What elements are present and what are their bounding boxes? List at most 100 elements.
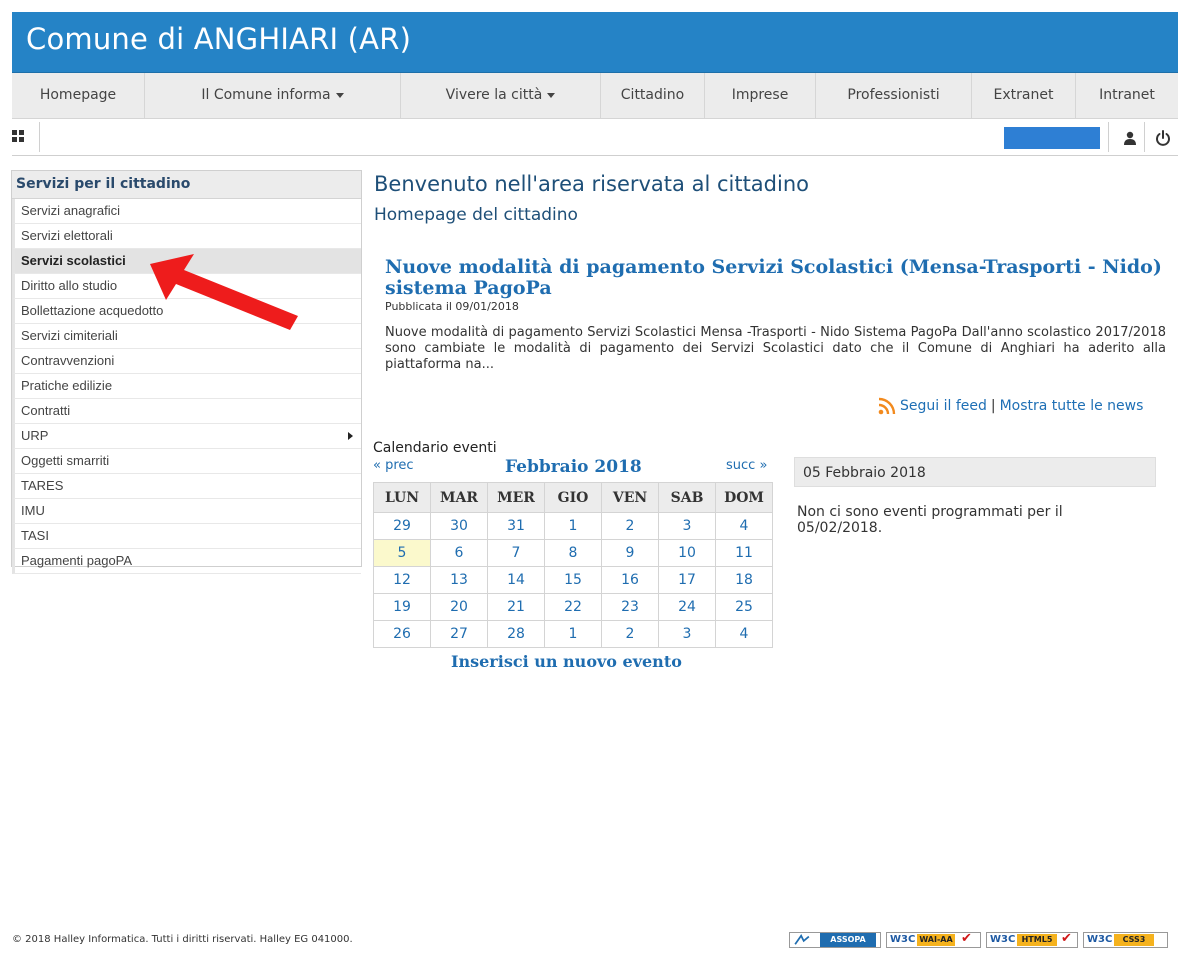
all-news-link[interactable]: Mostra tutte le news xyxy=(1000,398,1144,414)
calendar-day-cell[interactable]: 17 xyxy=(658,566,716,594)
w3c-label: W3C xyxy=(890,934,916,945)
calendar-day-cell[interactable]: 27 xyxy=(430,620,488,648)
sidebar-item-servizi-anagrafici[interactable]: Servizi anagrafici xyxy=(12,199,361,224)
sidebar-item-servizi-elettorali[interactable]: Servizi elettorali xyxy=(12,224,361,249)
rss-icon[interactable] xyxy=(878,397,896,415)
calendar-day-cell[interactable]: 20 xyxy=(430,593,488,621)
separator: | xyxy=(990,398,996,414)
news-body: Nuove modalità di pagamento Servizi Scol… xyxy=(385,325,1166,372)
calendar-week-row: 19 20 21 22 23 24 25 xyxy=(373,593,773,621)
nav-item-extranet[interactable]: Extranet xyxy=(972,73,1076,118)
calendar-day-cell[interactable]: 14 xyxy=(487,566,545,594)
nav-item-intranet[interactable]: Intranet xyxy=(1076,73,1178,118)
calendar-day-cell[interactable]: 11 xyxy=(715,539,773,567)
nav-item-professionisti[interactable]: Professionisti xyxy=(816,73,972,118)
calendar-next-link[interactable]: succ » xyxy=(726,458,767,473)
calendar-day-cell[interactable]: 22 xyxy=(544,593,602,621)
assopa-badge[interactable]: ASSOPA xyxy=(789,932,881,948)
page-subtitle: Homepage del cittadino xyxy=(374,205,578,225)
calendar-day-cell[interactable]: 21 xyxy=(487,593,545,621)
user-name-box[interactable] xyxy=(1004,127,1100,149)
nav-item-comune-informa[interactable]: Il Comune informa xyxy=(145,73,401,118)
calendar-day-cell[interactable]: 13 xyxy=(430,566,488,594)
calendar-day-cell[interactable]: 4 xyxy=(715,620,773,648)
sidebar-item-contravvenzioni[interactable]: Contravvenzioni xyxy=(12,349,361,374)
sidebar-item-pagamenti-pagopa[interactable]: Pagamenti pagoPA xyxy=(12,549,361,574)
calendar-label: Calendario eventi xyxy=(373,440,497,456)
calendar-day-cell[interactable]: 23 xyxy=(601,593,659,621)
calendar-day-cell[interactable]: 30 xyxy=(430,512,488,540)
nav-item-label: Extranet xyxy=(993,87,1054,103)
calendar-day-cell[interactable]: 26 xyxy=(373,620,431,648)
add-event-link[interactable]: Inserisci un nuovo evento xyxy=(451,652,682,671)
sidebar-item-contratti[interactable]: Contratti xyxy=(12,399,361,424)
news-title-link[interactable]: Nuove modalità di pagamento Servizi Scol… xyxy=(385,257,1165,299)
calendar-day-cell[interactable]: 1 xyxy=(544,620,602,648)
calendar-header-row: LUN MAR MER GIO VEN SAB DOM xyxy=(373,482,773,513)
calendar-day-cell[interactable]: 25 xyxy=(715,593,773,621)
nav-item-label: Homepage xyxy=(39,87,117,103)
calendar-day-cell[interactable]: 9 xyxy=(601,539,659,567)
sidebar-item-tasi[interactable]: TASI xyxy=(12,524,361,549)
calendar-day-cell[interactable]: 3 xyxy=(658,512,716,540)
calendar-day-cell[interactable]: 3 xyxy=(658,620,716,648)
calendar-day-cell[interactable]: 24 xyxy=(658,593,716,621)
wai-aa-badge[interactable]: W3C WAI-AA ✔ xyxy=(886,932,981,948)
calendar-day-cell[interactable]: 2 xyxy=(601,512,659,540)
calendar-week-row: 26 27 28 1 2 3 4 xyxy=(373,620,773,648)
calendar-day-cell[interactable]: 15 xyxy=(544,566,602,594)
calendar-day-cell[interactable]: 12 xyxy=(373,566,431,594)
sidebar-item-pratiche-edilizie[interactable]: Pratiche edilizie xyxy=(12,374,361,399)
nav-item-label: Imprese xyxy=(731,87,789,103)
calendar-day-cell[interactable]: 29 xyxy=(373,512,431,540)
toolbar xyxy=(12,119,1178,156)
site-title[interactable]: Comune di ANGHIARI (AR) xyxy=(26,22,411,56)
wai-aa-label: WAI-AA xyxy=(917,934,955,946)
calendar-day-cell[interactable]: 18 xyxy=(715,566,773,594)
w3c-label: W3C xyxy=(1087,934,1113,945)
event-panel-date: 05 Febbraio 2018 xyxy=(794,457,1156,487)
nav-item-label: Il Comune informa xyxy=(201,87,331,103)
user-icon[interactable] xyxy=(1123,131,1137,145)
calendar-day-cell[interactable]: 31 xyxy=(487,512,545,540)
calendar-day-cell[interactable]: 7 xyxy=(487,539,545,567)
sidebar: Servizi per il cittadino Servizi anagraf… xyxy=(11,170,362,574)
calendar-day-cell[interactable]: 6 xyxy=(430,539,488,567)
nav-item-label: Professionisti xyxy=(847,87,940,103)
sidebar-item-tares[interactable]: TARES xyxy=(12,474,361,499)
divider xyxy=(1144,122,1145,152)
calendar-day-cell[interactable]: 8 xyxy=(544,539,602,567)
follow-feed-link[interactable]: Segui il feed xyxy=(900,398,987,414)
power-icon[interactable] xyxy=(1155,130,1171,146)
calendar-week-row: 5 6 7 8 9 10 11 xyxy=(373,539,773,567)
sidebar-item-oggetti-smarriti[interactable]: Oggetti smarriti xyxy=(12,449,361,474)
calendar-day-header: DOM xyxy=(715,482,773,513)
grid-icon[interactable] xyxy=(12,130,24,142)
calendar-day-cell[interactable]: 1 xyxy=(544,512,602,540)
calendar-day-cell[interactable]: 4 xyxy=(715,512,773,540)
calendar-week-row: 12 13 14 15 16 17 18 xyxy=(373,566,773,594)
assopa-label: ASSOPA xyxy=(820,933,876,947)
sidebar-item-urp[interactable]: URP xyxy=(12,424,361,449)
html5-label: HTML5 xyxy=(1017,934,1057,946)
css3-badge[interactable]: W3C CSS3 xyxy=(1083,932,1168,948)
calendar-day-cell-today[interactable]: 5 xyxy=(373,539,431,567)
nav-item-homepage[interactable]: Homepage xyxy=(12,73,145,118)
sidebar-item-imu[interactable]: IMU xyxy=(12,499,361,524)
calendar-month[interactable]: Febbraio 2018 xyxy=(505,457,642,477)
calendar-day-cell[interactable]: 10 xyxy=(658,539,716,567)
calendar-prev-link[interactable]: « prec xyxy=(373,458,414,473)
red-arrow-icon xyxy=(150,254,298,330)
html5-badge[interactable]: W3C HTML5 ✔ xyxy=(986,932,1078,948)
calendar-day-cell[interactable]: 2 xyxy=(601,620,659,648)
calendar-table: LUN MAR MER GIO VEN SAB DOM 29 30 31 1 2… xyxy=(373,482,773,648)
nav-item-cittadino[interactable]: Cittadino xyxy=(601,73,705,118)
nav-item-imprese[interactable]: Imprese xyxy=(705,73,816,118)
footer-copyright: © 2018 Halley Informatica. Tutti i dirit… xyxy=(12,934,353,945)
assopa-logo-icon xyxy=(794,934,810,945)
calendar-day-cell[interactable]: 16 xyxy=(601,566,659,594)
caret-down-icon xyxy=(547,92,556,98)
calendar-day-cell[interactable]: 19 xyxy=(373,593,431,621)
calendar-day-cell[interactable]: 28 xyxy=(487,620,545,648)
nav-item-vivere-citta[interactable]: Vivere la città xyxy=(401,73,601,118)
